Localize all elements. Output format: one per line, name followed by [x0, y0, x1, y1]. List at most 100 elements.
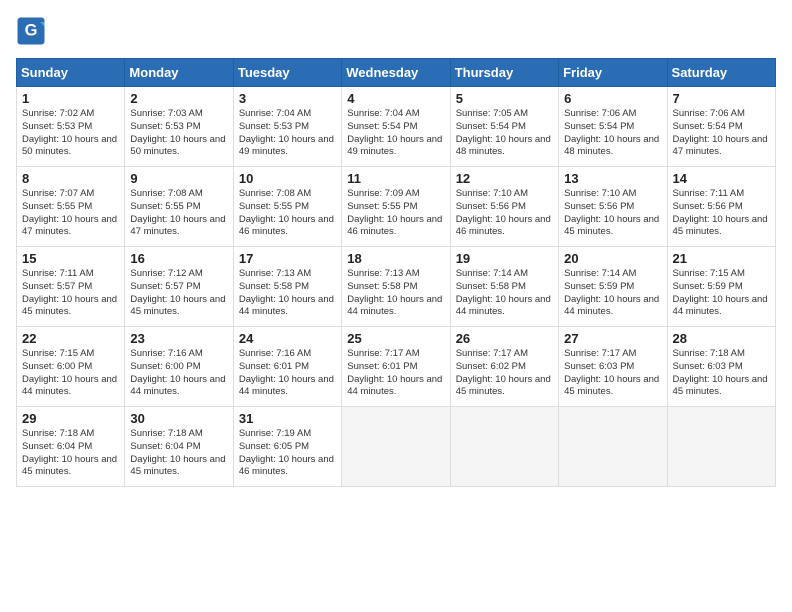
day-info: Sunrise: 7:08 AM Sunset: 5:55 PM Dayligh…	[130, 188, 227, 239]
table-row: 16 Sunrise: 7:12 AM Sunset: 5:57 PM Dayl…	[125, 247, 233, 327]
day-info: Sunrise: 7:17 AM Sunset: 6:01 PM Dayligh…	[347, 348, 444, 399]
day-number: 19	[456, 251, 553, 266]
day-info: Sunrise: 7:17 AM Sunset: 6:02 PM Dayligh…	[456, 348, 553, 399]
day-info: Sunrise: 7:16 AM Sunset: 6:00 PM Dayligh…	[130, 348, 227, 399]
day-info: Sunrise: 7:08 AM Sunset: 5:55 PM Dayligh…	[239, 188, 336, 239]
day-info: Sunrise: 7:12 AM Sunset: 5:57 PM Dayligh…	[130, 268, 227, 319]
day-number: 11	[347, 171, 444, 186]
day-info: Sunrise: 7:14 AM Sunset: 5:58 PM Dayligh…	[456, 268, 553, 319]
day-number: 20	[564, 251, 661, 266]
day-number: 9	[130, 171, 227, 186]
calendar-week-row: 29 Sunrise: 7:18 AM Sunset: 6:04 PM Dayl…	[17, 407, 776, 487]
col-sunday: Sunday	[17, 59, 125, 87]
day-info: Sunrise: 7:09 AM Sunset: 5:55 PM Dayligh…	[347, 188, 444, 239]
table-row: 12 Sunrise: 7:10 AM Sunset: 5:56 PM Dayl…	[450, 167, 558, 247]
svg-text:G: G	[25, 22, 38, 40]
col-wednesday: Wednesday	[342, 59, 450, 87]
day-number: 13	[564, 171, 661, 186]
table-row: 19 Sunrise: 7:14 AM Sunset: 5:58 PM Dayl…	[450, 247, 558, 327]
col-saturday: Saturday	[667, 59, 775, 87]
day-number: 6	[564, 91, 661, 106]
table-row: 5 Sunrise: 7:05 AM Sunset: 5:54 PM Dayli…	[450, 87, 558, 167]
day-number: 16	[130, 251, 227, 266]
day-number: 23	[130, 331, 227, 346]
day-number: 24	[239, 331, 336, 346]
day-info: Sunrise: 7:15 AM Sunset: 5:59 PM Dayligh…	[673, 268, 770, 319]
day-info: Sunrise: 7:10 AM Sunset: 5:56 PM Dayligh…	[456, 188, 553, 239]
calendar-body: 1 Sunrise: 7:02 AM Sunset: 5:53 PM Dayli…	[17, 87, 776, 487]
table-row: 2 Sunrise: 7:03 AM Sunset: 5:53 PM Dayli…	[125, 87, 233, 167]
table-row: 15 Sunrise: 7:11 AM Sunset: 5:57 PM Dayl…	[17, 247, 125, 327]
calendar-table: Sunday Monday Tuesday Wednesday Thursday…	[16, 58, 776, 487]
table-row: 9 Sunrise: 7:08 AM Sunset: 5:55 PM Dayli…	[125, 167, 233, 247]
day-number: 17	[239, 251, 336, 266]
table-row: 3 Sunrise: 7:04 AM Sunset: 5:53 PM Dayli…	[233, 87, 341, 167]
day-number: 26	[456, 331, 553, 346]
day-number: 15	[22, 251, 119, 266]
logo: G	[16, 16, 50, 46]
day-info: Sunrise: 7:02 AM Sunset: 5:53 PM Dayligh…	[22, 108, 119, 159]
day-number: 7	[673, 91, 770, 106]
table-row: 20 Sunrise: 7:14 AM Sunset: 5:59 PM Dayl…	[559, 247, 667, 327]
day-info: Sunrise: 7:19 AM Sunset: 6:05 PM Dayligh…	[239, 428, 336, 479]
day-info: Sunrise: 7:11 AM Sunset: 5:57 PM Dayligh…	[22, 268, 119, 319]
table-row: 24 Sunrise: 7:16 AM Sunset: 6:01 PM Dayl…	[233, 327, 341, 407]
day-info: Sunrise: 7:14 AM Sunset: 5:59 PM Dayligh…	[564, 268, 661, 319]
table-row: 1 Sunrise: 7:02 AM Sunset: 5:53 PM Dayli…	[17, 87, 125, 167]
day-number: 29	[22, 411, 119, 426]
day-number: 4	[347, 91, 444, 106]
day-info: Sunrise: 7:04 AM Sunset: 5:54 PM Dayligh…	[347, 108, 444, 159]
table-row	[342, 407, 450, 487]
table-row: 21 Sunrise: 7:15 AM Sunset: 5:59 PM Dayl…	[667, 247, 775, 327]
day-number: 22	[22, 331, 119, 346]
day-number: 2	[130, 91, 227, 106]
day-info: Sunrise: 7:18 AM Sunset: 6:04 PM Dayligh…	[22, 428, 119, 479]
table-row: 27 Sunrise: 7:17 AM Sunset: 6:03 PM Dayl…	[559, 327, 667, 407]
table-row: 23 Sunrise: 7:16 AM Sunset: 6:00 PM Dayl…	[125, 327, 233, 407]
day-number: 14	[673, 171, 770, 186]
table-row: 14 Sunrise: 7:11 AM Sunset: 5:56 PM Dayl…	[667, 167, 775, 247]
day-info: Sunrise: 7:18 AM Sunset: 6:04 PM Dayligh…	[130, 428, 227, 479]
day-number: 28	[673, 331, 770, 346]
table-row: 10 Sunrise: 7:08 AM Sunset: 5:55 PM Dayl…	[233, 167, 341, 247]
col-thursday: Thursday	[450, 59, 558, 87]
table-row: 11 Sunrise: 7:09 AM Sunset: 5:55 PM Dayl…	[342, 167, 450, 247]
day-number: 21	[673, 251, 770, 266]
table-row: 28 Sunrise: 7:18 AM Sunset: 6:03 PM Dayl…	[667, 327, 775, 407]
day-number: 10	[239, 171, 336, 186]
table-row: 17 Sunrise: 7:13 AM Sunset: 5:58 PM Dayl…	[233, 247, 341, 327]
table-row: 29 Sunrise: 7:18 AM Sunset: 6:04 PM Dayl…	[17, 407, 125, 487]
table-row: 18 Sunrise: 7:13 AM Sunset: 5:58 PM Dayl…	[342, 247, 450, 327]
day-info: Sunrise: 7:10 AM Sunset: 5:56 PM Dayligh…	[564, 188, 661, 239]
day-info: Sunrise: 7:16 AM Sunset: 6:01 PM Dayligh…	[239, 348, 336, 399]
table-row: 22 Sunrise: 7:15 AM Sunset: 6:00 PM Dayl…	[17, 327, 125, 407]
day-info: Sunrise: 7:06 AM Sunset: 5:54 PM Dayligh…	[564, 108, 661, 159]
col-friday: Friday	[559, 59, 667, 87]
day-number: 31	[239, 411, 336, 426]
day-info: Sunrise: 7:06 AM Sunset: 5:54 PM Dayligh…	[673, 108, 770, 159]
table-row: 13 Sunrise: 7:10 AM Sunset: 5:56 PM Dayl…	[559, 167, 667, 247]
day-number: 25	[347, 331, 444, 346]
table-row: 6 Sunrise: 7:06 AM Sunset: 5:54 PM Dayli…	[559, 87, 667, 167]
calendar-week-row: 22 Sunrise: 7:15 AM Sunset: 6:00 PM Dayl…	[17, 327, 776, 407]
table-row: 4 Sunrise: 7:04 AM Sunset: 5:54 PM Dayli…	[342, 87, 450, 167]
day-info: Sunrise: 7:13 AM Sunset: 5:58 PM Dayligh…	[239, 268, 336, 319]
day-number: 8	[22, 171, 119, 186]
table-row	[559, 407, 667, 487]
table-row: 30 Sunrise: 7:18 AM Sunset: 6:04 PM Dayl…	[125, 407, 233, 487]
calendar-week-row: 15 Sunrise: 7:11 AM Sunset: 5:57 PM Dayl…	[17, 247, 776, 327]
table-row: 26 Sunrise: 7:17 AM Sunset: 6:02 PM Dayl…	[450, 327, 558, 407]
day-number: 3	[239, 91, 336, 106]
day-info: Sunrise: 7:13 AM Sunset: 5:58 PM Dayligh…	[347, 268, 444, 319]
table-row: 25 Sunrise: 7:17 AM Sunset: 6:01 PM Dayl…	[342, 327, 450, 407]
day-info: Sunrise: 7:11 AM Sunset: 5:56 PM Dayligh…	[673, 188, 770, 239]
day-info: Sunrise: 7:15 AM Sunset: 6:00 PM Dayligh…	[22, 348, 119, 399]
day-number: 18	[347, 251, 444, 266]
page-header: G	[16, 16, 776, 46]
table-row	[450, 407, 558, 487]
day-info: Sunrise: 7:18 AM Sunset: 6:03 PM Dayligh…	[673, 348, 770, 399]
day-number: 5	[456, 91, 553, 106]
col-monday: Monday	[125, 59, 233, 87]
day-info: Sunrise: 7:17 AM Sunset: 6:03 PM Dayligh…	[564, 348, 661, 399]
logo-icon: G	[16, 16, 46, 46]
